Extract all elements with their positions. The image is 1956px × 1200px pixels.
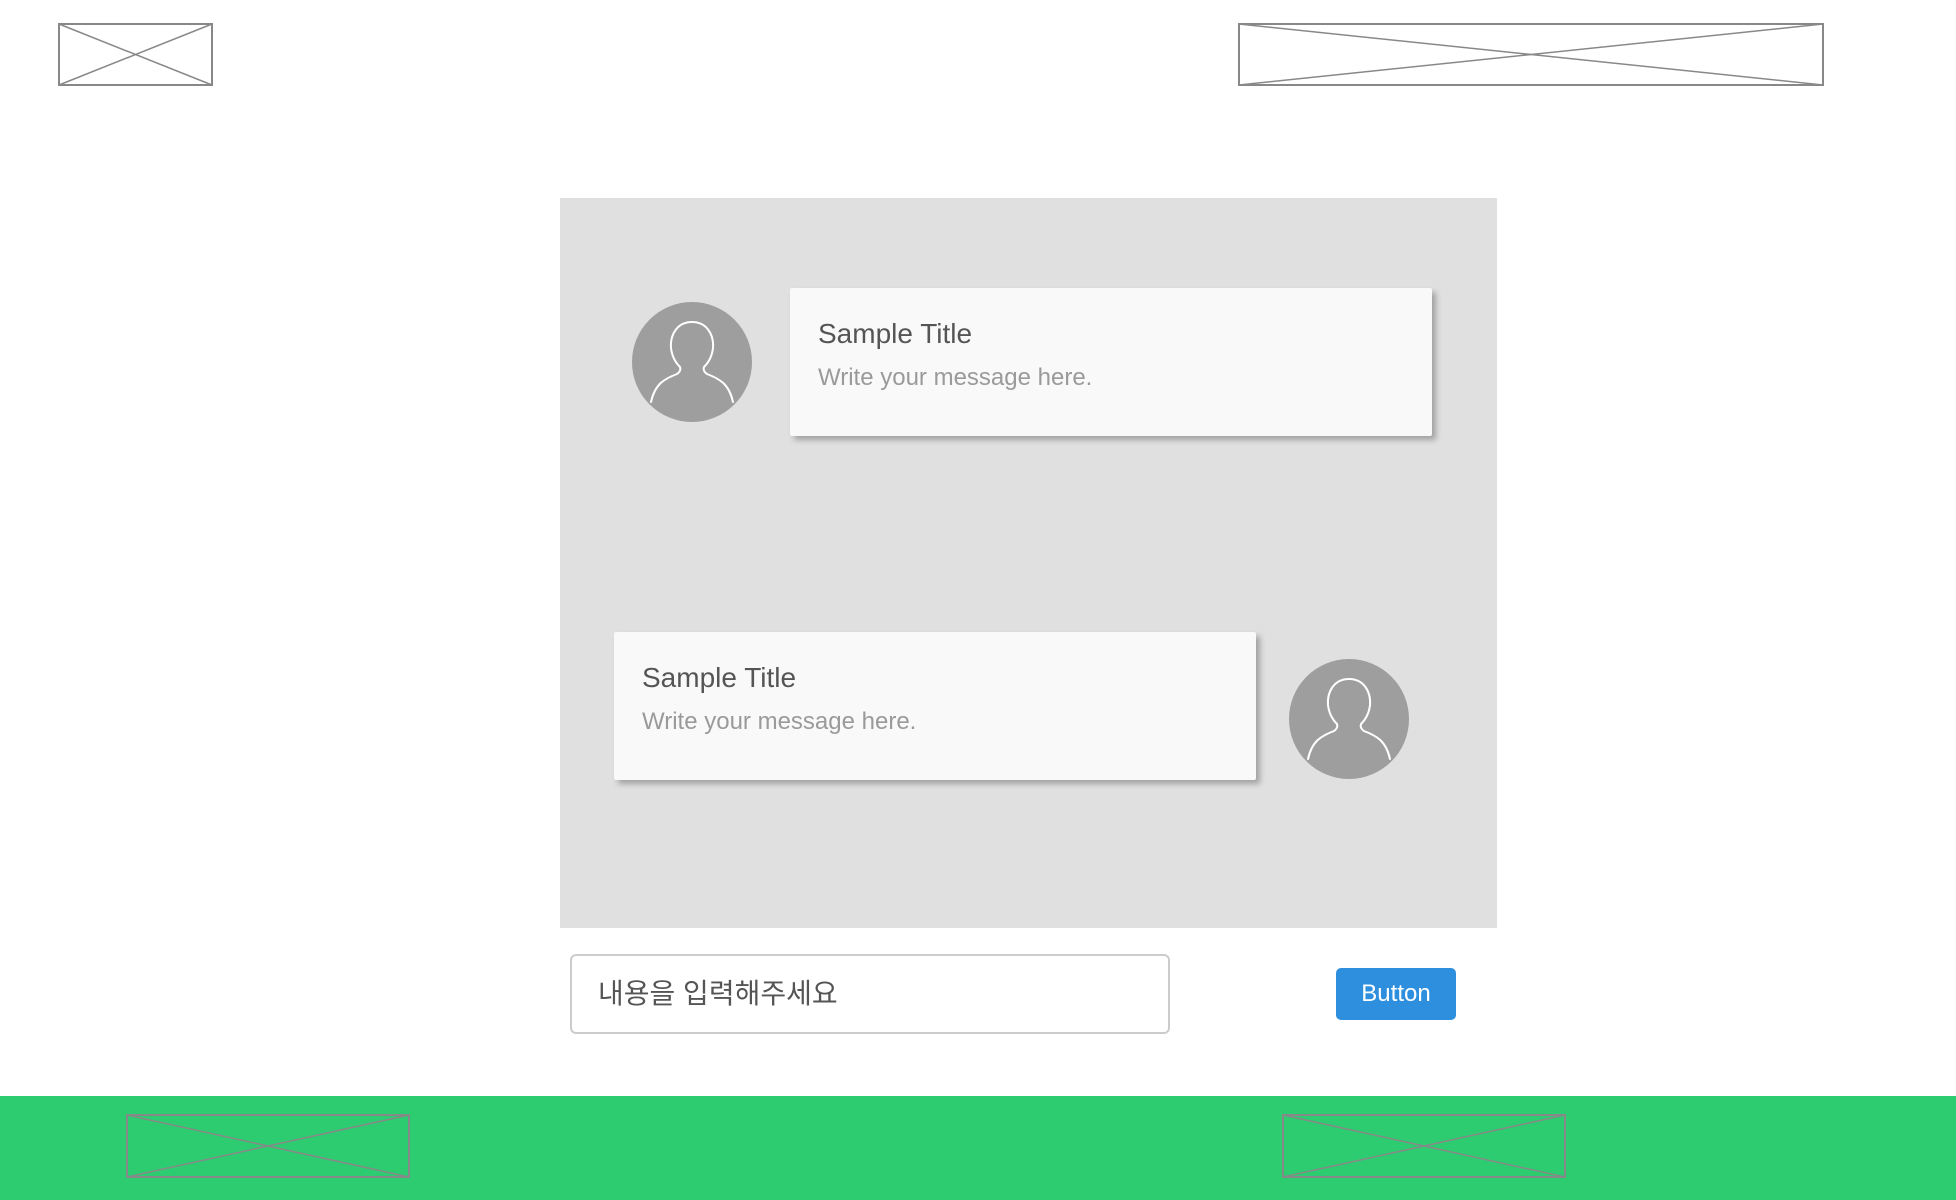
footer-placeholder-image bbox=[1282, 1114, 1566, 1178]
image-placeholder-icon bbox=[126, 1114, 410, 1178]
footer-placeholder-image bbox=[126, 1114, 410, 1178]
message-text: Write your message here. bbox=[642, 708, 917, 735]
message-text: Write your message here. bbox=[818, 364, 1093, 391]
logo-placeholder-image bbox=[58, 23, 213, 86]
message-input[interactable] bbox=[570, 954, 1170, 1034]
footer bbox=[0, 1096, 1956, 1200]
message-title: Sample Title bbox=[818, 318, 973, 349]
message-title: Sample Title bbox=[642, 662, 797, 693]
chat-panel: Sample Title Write your message here. Sa… bbox=[560, 198, 1497, 928]
image-placeholder-icon bbox=[1282, 1114, 1566, 1178]
user-avatar-icon bbox=[632, 302, 752, 422]
send-button[interactable]: Button bbox=[1336, 968, 1456, 1020]
message-bubble: Sample Title Write your message here. bbox=[790, 288, 1432, 436]
message-bubble: Sample Title Write your message here. bbox=[614, 632, 1256, 780]
user-avatar-icon bbox=[1289, 659, 1409, 779]
header-banner-placeholder-image bbox=[1238, 23, 1824, 86]
image-placeholder-icon bbox=[1238, 23, 1824, 86]
image-placeholder-icon bbox=[58, 23, 213, 86]
